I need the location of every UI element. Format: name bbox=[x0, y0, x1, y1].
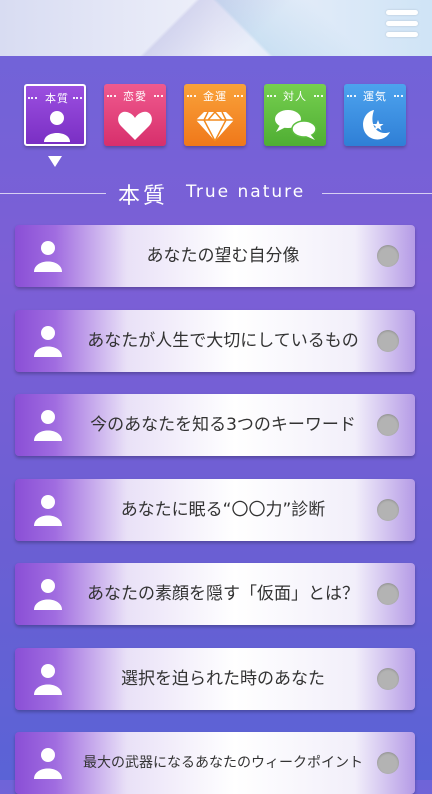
section-title-en: True nature bbox=[186, 182, 306, 202]
person-icon bbox=[44, 111, 70, 142]
tab-unki[interactable]: 運気 bbox=[344, 84, 406, 146]
section-title-jp: 本質 bbox=[118, 184, 169, 209]
divider bbox=[322, 193, 432, 194]
person-icon bbox=[34, 579, 62, 610]
active-tab-indicator bbox=[48, 156, 62, 167]
heart-icon bbox=[118, 111, 152, 140]
list-item-label: あなたが人生で大切にしているもの bbox=[87, 331, 359, 351]
person-icon bbox=[34, 748, 62, 779]
tab-renai[interactable]: 恋愛 bbox=[104, 84, 166, 146]
list-item[interactable]: あなたの望む自分像 bbox=[15, 225, 415, 287]
section-heading: 本質 True nature bbox=[0, 178, 432, 209]
list-item-label: あなたの素顔を隠す「仮面」とは？ bbox=[87, 584, 359, 604]
person-icon bbox=[34, 495, 62, 526]
list-item[interactable]: あなたの素顔を隠す「仮面」とは？ bbox=[15, 563, 415, 625]
status-dot-icon bbox=[377, 752, 399, 774]
divider bbox=[0, 193, 106, 194]
top-bar bbox=[0, 0, 432, 56]
tab-taijin[interactable]: 対人 bbox=[264, 84, 326, 146]
list-item-label: あなたに眠る“〇〇力”診断 bbox=[120, 500, 326, 520]
list-item-label: 最大の武器になるあなたのウィークポイント bbox=[83, 755, 363, 771]
hamburger-menu-icon[interactable] bbox=[386, 10, 418, 44]
list-item-label: 選択を迫られた時のあなた bbox=[121, 669, 325, 689]
person-icon bbox=[34, 410, 62, 441]
status-dot-icon bbox=[377, 583, 399, 605]
tab-honshitsu[interactable]: 本質 bbox=[24, 84, 86, 146]
list-item[interactable]: あなたが人生で大切にしているもの bbox=[15, 310, 415, 372]
list-item-label: 今のあなたを知る3つのキーワード bbox=[90, 415, 356, 435]
tab-kinun[interactable]: 金運 bbox=[184, 84, 246, 146]
status-dot-icon bbox=[377, 668, 399, 690]
status-dot-icon bbox=[377, 330, 399, 352]
person-icon bbox=[34, 241, 62, 272]
status-dot-icon bbox=[377, 414, 399, 436]
diamond-icon bbox=[196, 111, 234, 142]
moon-star-icon bbox=[363, 110, 390, 140]
status-dot-icon bbox=[377, 245, 399, 267]
list-item[interactable]: あなたに眠る“〇〇力”診断 bbox=[15, 479, 415, 541]
list-item[interactable]: 選択を迫られた時のあなた bbox=[15, 648, 415, 710]
status-dot-icon bbox=[377, 499, 399, 521]
person-icon bbox=[34, 664, 62, 695]
category-tabs: 本質 恋愛 金運 対人 運気 bbox=[0, 84, 432, 148]
list-item[interactable]: 今のあなたを知る3つのキーワード bbox=[15, 394, 415, 456]
list-item-label: あなたの望む自分像 bbox=[146, 246, 300, 266]
person-icon bbox=[34, 326, 62, 357]
speech-bubbles-icon bbox=[275, 110, 317, 140]
list-item[interactable]: 最大の武器になるあなたのウィークポイント bbox=[15, 732, 415, 794]
